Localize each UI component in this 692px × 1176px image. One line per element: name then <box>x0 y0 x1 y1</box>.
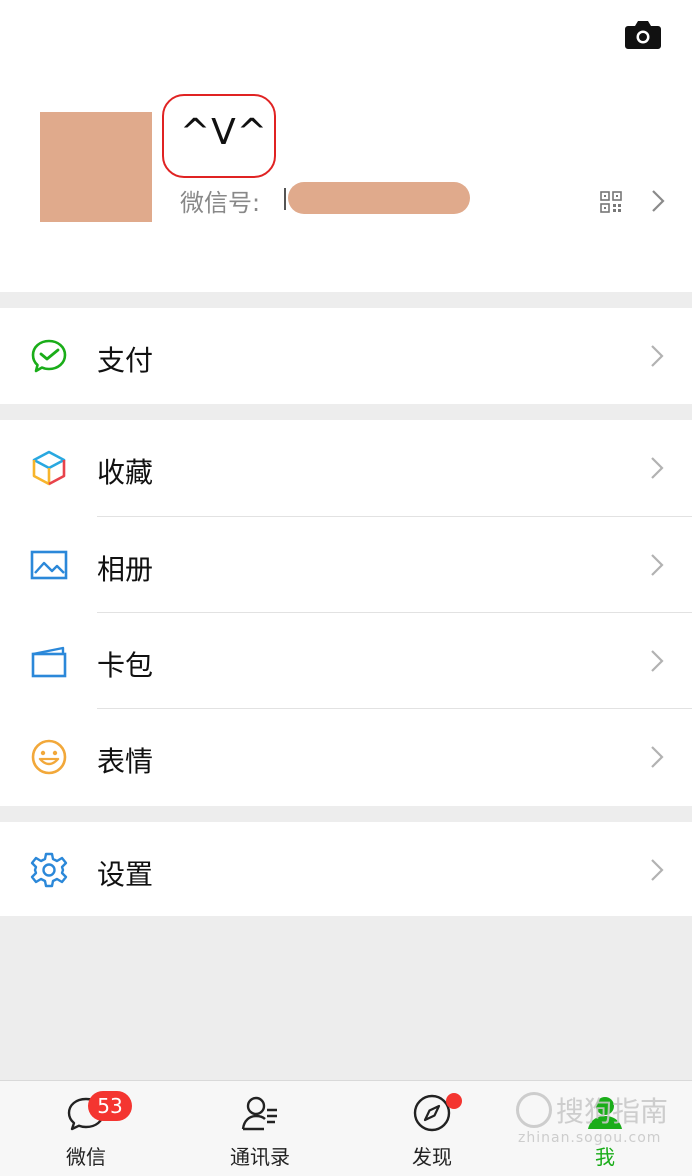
favorites-cube-icon <box>32 450 66 486</box>
chevron-right-icon <box>651 746 664 768</box>
menu-item-album[interactable]: 相册 <box>0 517 692 613</box>
menu-label-stickers: 表情 <box>97 745 154 778</box>
menu-item-cards[interactable]: 卡包 <box>0 613 692 709</box>
tab-chats[interactable]: 53 微信 <box>26 1081 146 1176</box>
card-wallet-icon <box>31 646 67 678</box>
menu-label-cards: 卡包 <box>97 649 154 682</box>
chevron-right-icon <box>651 650 664 672</box>
tab-label-discover: 发现 <box>412 1145 452 1169</box>
unread-badge: 53 <box>88 1091 132 1121</box>
chevron-right-icon <box>652 190 665 212</box>
menu-item-settings[interactable]: 设置 <box>0 822 692 918</box>
tab-label-contacts: 通讯录 <box>230 1145 290 1169</box>
wechat-id-label: 微信号: <box>180 189 261 217</box>
menu-label-favorites: 收藏 <box>97 456 154 489</box>
tab-me[interactable]: 我 <box>545 1081 665 1176</box>
qr-code-icon[interactable] <box>600 191 622 213</box>
person-icon <box>588 1097 622 1129</box>
chevron-right-icon <box>651 859 664 881</box>
menu-item-favorites[interactable]: 收藏 <box>0 420 692 516</box>
tab-contacts[interactable]: 通讯录 <box>200 1081 320 1176</box>
contacts-icon <box>241 1096 277 1131</box>
wechat-id-redacted <box>284 182 470 214</box>
pay-icon <box>31 339 67 373</box>
tab-label-me: 我 <box>595 1145 615 1169</box>
gear-icon <box>30 852 68 888</box>
menu-item-pay[interactable]: 支付 <box>0 308 692 404</box>
tab-label-chats: 微信 <box>66 1145 106 1169</box>
chevron-right-icon <box>651 345 664 367</box>
new-activity-dot <box>446 1093 462 1109</box>
menu-label-pay: 支付 <box>97 344 154 377</box>
bottom-tab-bar: 53 微信 通讯录 发现 我 <box>0 1080 692 1176</box>
chevron-right-icon <box>651 457 664 479</box>
avatar[interactable] <box>40 112 152 222</box>
menu-label-album: 相册 <box>97 553 154 586</box>
profile-header[interactable]: ^V^ 微信号: <box>0 0 692 292</box>
tab-discover[interactable]: 发现 <box>372 1081 492 1176</box>
settings-section: 设置 <box>0 822 692 916</box>
nickname: ^V^ <box>180 112 268 153</box>
album-image-icon <box>30 550 68 580</box>
smiley-icon <box>31 739 67 775</box>
chevron-right-icon <box>651 554 664 576</box>
pay-section: 支付 <box>0 308 692 404</box>
features-section: 收藏 相册 卡包 表情 <box>0 420 692 806</box>
menu-label-settings: 设置 <box>97 858 154 891</box>
menu-item-stickers[interactable]: 表情 <box>0 709 692 805</box>
camera-icon[interactable] <box>624 18 662 50</box>
